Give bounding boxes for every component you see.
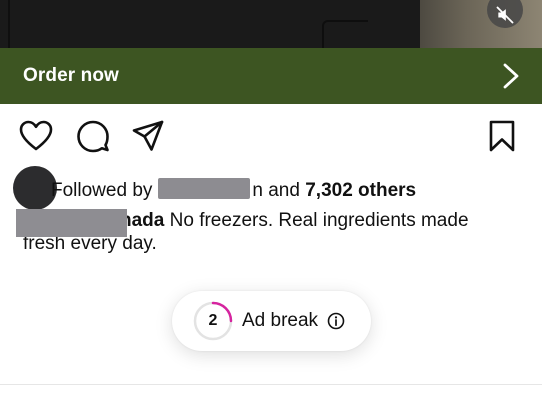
comment-button[interactable]: [75, 118, 111, 154]
ad-countdown: 2: [193, 301, 233, 341]
speaker-muted-icon: [496, 6, 514, 24]
followed-others-count[interactable]: 7,302 others: [305, 180, 416, 201]
save-button[interactable]: [484, 118, 520, 154]
cta-label: Order now: [23, 65, 119, 86]
media-pocket: [322, 20, 368, 48]
followed-suffix-plain: n and: [252, 180, 306, 201]
chevron-right-icon: [503, 63, 519, 89]
media-seam: [8, 0, 10, 48]
redacted-follower-name: [158, 178, 251, 199]
followed-suffix: n and 7,302 others: [252, 180, 416, 202]
ad-break-label: Ad break: [242, 310, 319, 331]
bookmark-icon: [489, 120, 515, 152]
followed-prefix: Followed by: [51, 180, 153, 201]
followed-by-text: Followed by n and 7,302 others: [51, 175, 416, 202]
action-bar: [0, 118, 542, 156]
share-button[interactable]: [130, 118, 166, 154]
bottom-divider: [0, 384, 542, 385]
post-media[interactable]: [0, 0, 542, 48]
info-circle-icon[interactable]: [327, 312, 345, 330]
redacted-username: [16, 209, 127, 237]
comment-bubble-icon: [77, 120, 109, 153]
post-view: Order now Followed by n and 7,302 others…: [0, 0, 542, 400]
paper-plane-icon: [132, 120, 164, 151]
order-now-cta[interactable]: Order now: [0, 48, 542, 104]
ad-break-pill[interactable]: 2 Ad break: [172, 291, 371, 351]
countdown-number: 2: [208, 312, 218, 329]
caption-text-1: No freezers. Real ingredients made: [164, 210, 469, 231]
like-button[interactable]: [18, 118, 54, 154]
mute-button[interactable]: [487, 0, 523, 28]
followed-by-line[interactable]: Followed by n and 7,302 others: [13, 166, 513, 210]
heart-icon: [19, 120, 53, 151]
caption-line-1: nada No freezers. Real ingredients made: [120, 209, 469, 232]
